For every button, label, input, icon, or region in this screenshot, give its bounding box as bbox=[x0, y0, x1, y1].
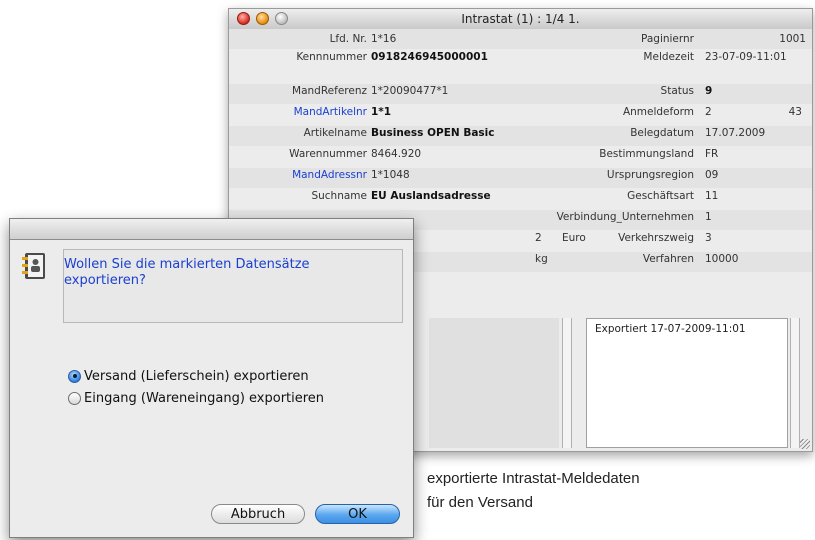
field-label: Artikelname bbox=[303, 127, 367, 139]
field-value: 2 bbox=[705, 106, 712, 118]
field-label: Suchname bbox=[311, 190, 367, 202]
option-eingang[interactable]: Eingang (Wareneingang) exportieren bbox=[68, 389, 324, 407]
ok-button[interactable]: OK bbox=[315, 504, 400, 524]
dialog-message: Wollen Sie die markierten Datensätze exp… bbox=[64, 257, 310, 288]
option-label[interactable]: Versand (Lieferschein) exportieren bbox=[84, 369, 309, 384]
notes-panel bbox=[429, 318, 559, 448]
cancel-button[interactable]: Abbruch bbox=[211, 504, 305, 524]
field-value: 09 bbox=[705, 169, 719, 181]
export-note: Exportiert 17-07-2009-11:01 bbox=[595, 323, 746, 335]
field-value: 10000 bbox=[705, 253, 739, 265]
field-label: Meldezeit bbox=[643, 51, 694, 63]
field-value: 3 bbox=[705, 232, 712, 244]
export-scrollbar[interactable] bbox=[790, 318, 800, 448]
field-label: Verkehrszweig bbox=[618, 232, 694, 244]
option-label[interactable]: Eingang (Wareneingang) exportieren bbox=[84, 391, 324, 406]
unit-value: kg bbox=[535, 253, 548, 265]
field-value: 1*20090477*1 bbox=[371, 85, 449, 97]
field-label: MandReferenz bbox=[292, 85, 367, 97]
row-bg bbox=[229, 29, 812, 49]
field-value: EU Auslandsadresse bbox=[371, 190, 491, 202]
field-label: Kennnummer bbox=[296, 51, 367, 63]
field-extra: 43 bbox=[788, 106, 802, 118]
field-label: Lfd. Nr. bbox=[329, 33, 367, 45]
field-label: Verfahren bbox=[642, 253, 694, 265]
field-value: 17.07.2009 bbox=[705, 127, 766, 139]
field-value: 23-07-09-11:01 bbox=[705, 51, 787, 63]
dialog-titlebar[interactable] bbox=[10, 219, 413, 240]
mandartikelnr-link[interactable]: MandArtikelnr bbox=[294, 106, 367, 118]
caption-line-1: exportierte Intrastat-Meldedaten bbox=[427, 470, 640, 487]
field-value: 8464.920 bbox=[371, 148, 422, 160]
amount-value: 2 bbox=[535, 232, 542, 244]
field-label: Belegdatum bbox=[630, 127, 694, 139]
field-label: Anmeldeform bbox=[622, 106, 694, 118]
window-titlebar[interactable]: Intrastat (1) : 1/4 1. bbox=[229, 9, 812, 30]
field-label: Paginiernr bbox=[640, 33, 694, 45]
window-title: Intrastat (1) : 1/4 1. bbox=[461, 12, 580, 26]
currency-value: Euro bbox=[562, 232, 586, 244]
field-value: 1*16 bbox=[371, 33, 397, 45]
export-textbox[interactable]: Exportiert 17-07-2009-11:01 bbox=[586, 318, 788, 448]
resize-grip-icon[interactable] bbox=[800, 439, 810, 449]
radio-versand[interactable] bbox=[68, 369, 81, 383]
notes-scrollbar[interactable] bbox=[562, 318, 572, 448]
field-label: Status bbox=[660, 85, 694, 97]
field-value: 9 bbox=[705, 85, 713, 97]
option-versand[interactable]: Versand (Lieferschein) exportieren bbox=[68, 367, 309, 385]
field-value: 1001 bbox=[779, 33, 806, 45]
field-value: 11 bbox=[705, 190, 719, 202]
export-dialog: Wollen Sie die markierten Datensätze exp… bbox=[9, 218, 414, 538]
field-value: 1 bbox=[705, 211, 712, 223]
address-book-icon bbox=[22, 253, 45, 279]
field-label: Ursprungsregion bbox=[606, 169, 694, 181]
field-label: Geschäftsart bbox=[627, 190, 694, 202]
field-value: 0918246945000001 bbox=[371, 51, 488, 63]
field-label: Verbindung_Unternehmen bbox=[556, 211, 694, 223]
radio-eingang[interactable] bbox=[68, 391, 81, 405]
field-value: FR bbox=[705, 148, 719, 160]
field-value: Business OPEN Basic bbox=[371, 127, 495, 139]
field-label: Warennummer bbox=[289, 148, 367, 160]
mandadressnr-link[interactable]: MandAdressnr bbox=[292, 169, 367, 181]
caption-line-2: für den Versand bbox=[427, 494, 533, 511]
field-label: Bestimmungsland bbox=[599, 148, 694, 160]
field-value: 1*1048 bbox=[371, 169, 410, 181]
field-value: 1*1 bbox=[371, 106, 392, 118]
